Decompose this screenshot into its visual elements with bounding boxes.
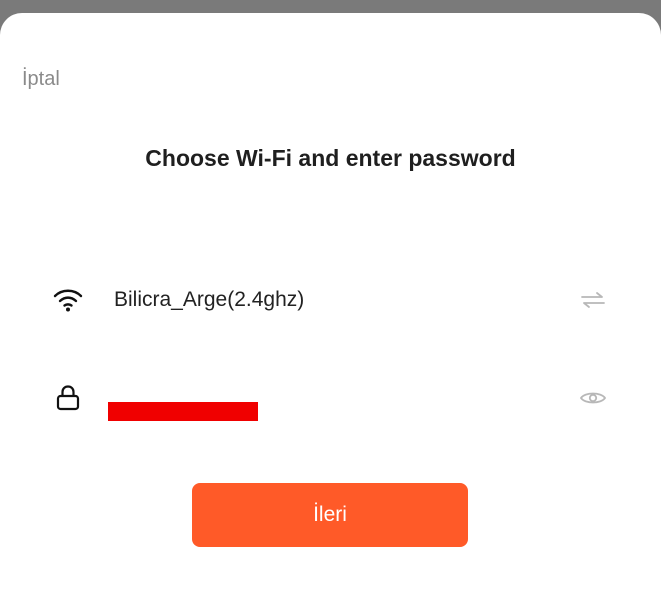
password-row xyxy=(0,373,661,423)
password-input[interactable] xyxy=(105,383,555,413)
eye-icon[interactable] xyxy=(578,384,608,412)
cancel-button[interactable]: İptal xyxy=(22,68,60,91)
wifi-network-row[interactable]: Bilicra_Arge(2.4ghz) xyxy=(0,275,661,325)
lock-icon xyxy=(52,382,84,414)
wifi-setup-sheet: İptal Choose Wi-Fi and enter password Bi… xyxy=(0,13,661,607)
switch-network-icon[interactable] xyxy=(578,286,608,314)
page-title: Choose Wi-Fi and enter password xyxy=(145,145,516,171)
next-button[interactable]: İleri xyxy=(192,483,468,547)
wifi-icon xyxy=(52,284,84,316)
wifi-ssid-label: Bilicra_Arge(2.4ghz) xyxy=(114,288,305,311)
